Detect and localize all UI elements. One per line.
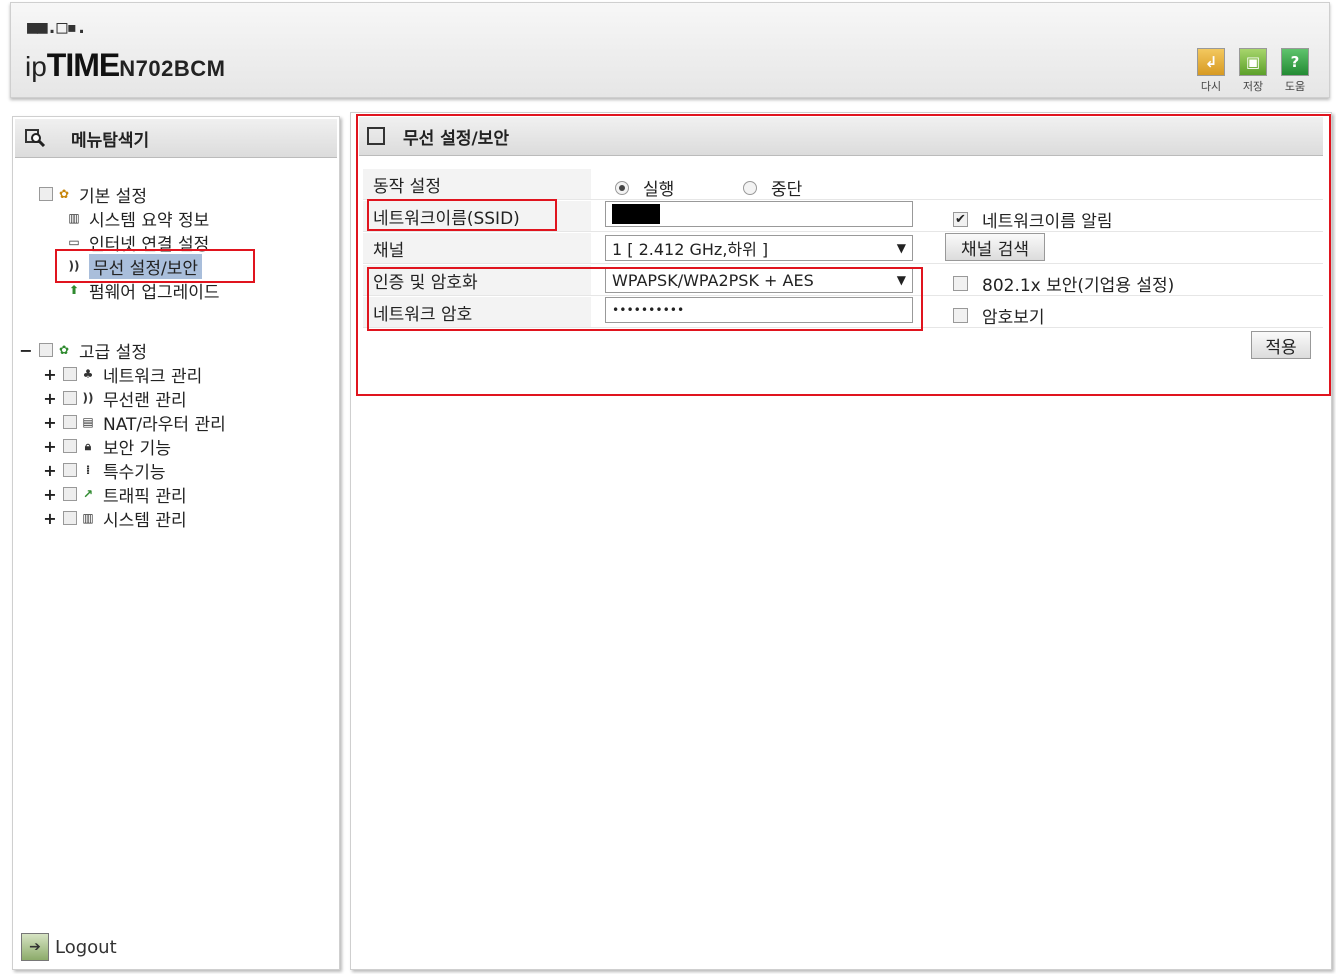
help-button[interactable]: ? 도움 <box>1279 48 1311 94</box>
tree-item-label: 시스템 요약 정보 <box>89 210 210 231</box>
help-label: 도움 <box>1284 80 1306 93</box>
network-icon: ♣ <box>82 367 94 381</box>
tree-basic-settings[interactable]: ✿ 기본 설정 <box>39 183 147 207</box>
tree-item-label: 무선랜 관리 <box>103 390 187 411</box>
tree-item-wlan-management[interactable]: + )) 무선랜 관리 <box>43 387 187 411</box>
tree-item-nat-router[interactable]: + ▤ NAT/라우터 관리 <box>43 411 226 435</box>
save-button[interactable]: ▣ 저장 <box>1237 48 1269 94</box>
tree-item-traffic[interactable]: + ↗ 트래픽 관리 <box>43 483 187 507</box>
folder-icon <box>63 415 77 429</box>
upgrade-arrow-icon: ⬆ <box>68 283 80 297</box>
lock-icon: 🔒︎ <box>84 438 92 453</box>
folder-icon <box>63 511 77 525</box>
logo-ip: ip <box>25 51 47 82</box>
logout-link[interactable]: ➔ Logout <box>21 933 117 961</box>
brand-dots: ■■.□▪. <box>27 17 87 38</box>
help-icon: ? <box>1281 48 1309 76</box>
main-panel: 무선 설정/보안 동작 설정 실행 중단 네트워크이름(SSID) ✔ 네트워크… <box>350 112 1332 970</box>
logo-time: TIME <box>46 47 120 83</box>
save-icon: ▣ <box>1239 48 1267 76</box>
tree-advanced-settings-label: 고급 설정 <box>79 342 147 363</box>
gear-icon: ✿ <box>58 343 70 357</box>
refresh-label: 다시 <box>1200 80 1222 93</box>
tree-item-label: 시스템 관리 <box>103 510 187 531</box>
expand-icon[interactable]: + <box>43 365 57 384</box>
tree-item-system-management[interactable]: + ▥ 시스템 관리 <box>43 507 187 531</box>
highlight-box-panel <box>356 114 1331 396</box>
folder-icon <box>63 439 77 453</box>
tree-item-security[interactable]: + 🔒︎ 보안 기능 <box>43 435 171 459</box>
expand-icon[interactable]: + <box>43 461 57 480</box>
menu-explorer-title: 메뉴탐색기 <box>71 130 150 151</box>
save-label: 저장 <box>1242 80 1264 93</box>
folder-icon <box>39 187 53 201</box>
gear-icon: ✿ <box>58 187 70 201</box>
expand-icon[interactable]: + <box>43 509 57 528</box>
expand-icon[interactable]: + <box>43 413 57 432</box>
tree-basic-settings-label: 기본 설정 <box>79 186 147 207</box>
router-icon: ▤ <box>82 415 94 429</box>
tree-item-label: 트래픽 관리 <box>103 486 187 507</box>
refresh-button[interactable]: ↲ 다시 <box>1195 48 1227 94</box>
highlight-box-auth <box>367 267 923 331</box>
highlight-box <box>55 249 255 283</box>
menu-sidebar: 메뉴탐색기 ✿ 기본 설정 ▥ 시스템 요약 정보 ▭ 인터넷 연결 설정 ))… <box>12 116 340 970</box>
expand-icon[interactable]: + <box>43 485 57 504</box>
product-logo: ipTIMEN702BCM <box>25 47 225 84</box>
tree-item-label: NAT/라우터 관리 <box>103 414 226 435</box>
expand-icon[interactable]: + <box>43 437 57 456</box>
menu-explorer-header: 메뉴탐색기 <box>15 119 337 158</box>
tree-advanced-settings[interactable]: − ✿ 고급 설정 <box>19 339 147 363</box>
model-name: N702BCM <box>119 56 226 81</box>
folder-icon <box>63 367 77 381</box>
logout-label: Logout <box>55 936 117 958</box>
traffic-chart-icon: ↗ <box>82 487 94 501</box>
folder-icon <box>39 343 53 357</box>
folder-icon <box>63 463 77 477</box>
refresh-icon: ↲ <box>1197 48 1225 76</box>
bar-chart-icon: ▥ <box>82 511 94 525</box>
collapse-icon[interactable]: − <box>19 341 33 360</box>
grid-icon: ⁞ <box>85 463 91 477</box>
toolbar: ↲ 다시 ▣ 저장 ? 도움 <box>1195 48 1311 94</box>
highlight-box-ssid <box>367 199 557 231</box>
expand-icon[interactable]: + <box>43 389 57 408</box>
tree-item-label: 특수기능 <box>103 462 166 483</box>
bar-chart-icon: ▥ <box>68 211 80 225</box>
tree-item-special[interactable]: + ⁞ 특수기능 <box>43 459 166 483</box>
tree-item-label: 보안 기능 <box>103 438 171 459</box>
tree-item-label: 네트워크 관리 <box>103 366 203 387</box>
logout-icon: ➔ <box>21 933 49 961</box>
folder-icon <box>63 487 77 501</box>
magnifier-icon <box>25 129 47 148</box>
header: ■■.□▪. ipTIMEN702BCM ↲ 다시 ▣ 저장 ? 도움 <box>10 2 1330 98</box>
tree-item-network-management[interactable]: + ♣ 네트워크 관리 <box>43 363 203 387</box>
folder-icon <box>63 391 77 405</box>
wifi-icon: )) <box>82 391 94 405</box>
tree-item-system-summary[interactable]: ▥ 시스템 요약 정보 <box>65 207 210 231</box>
